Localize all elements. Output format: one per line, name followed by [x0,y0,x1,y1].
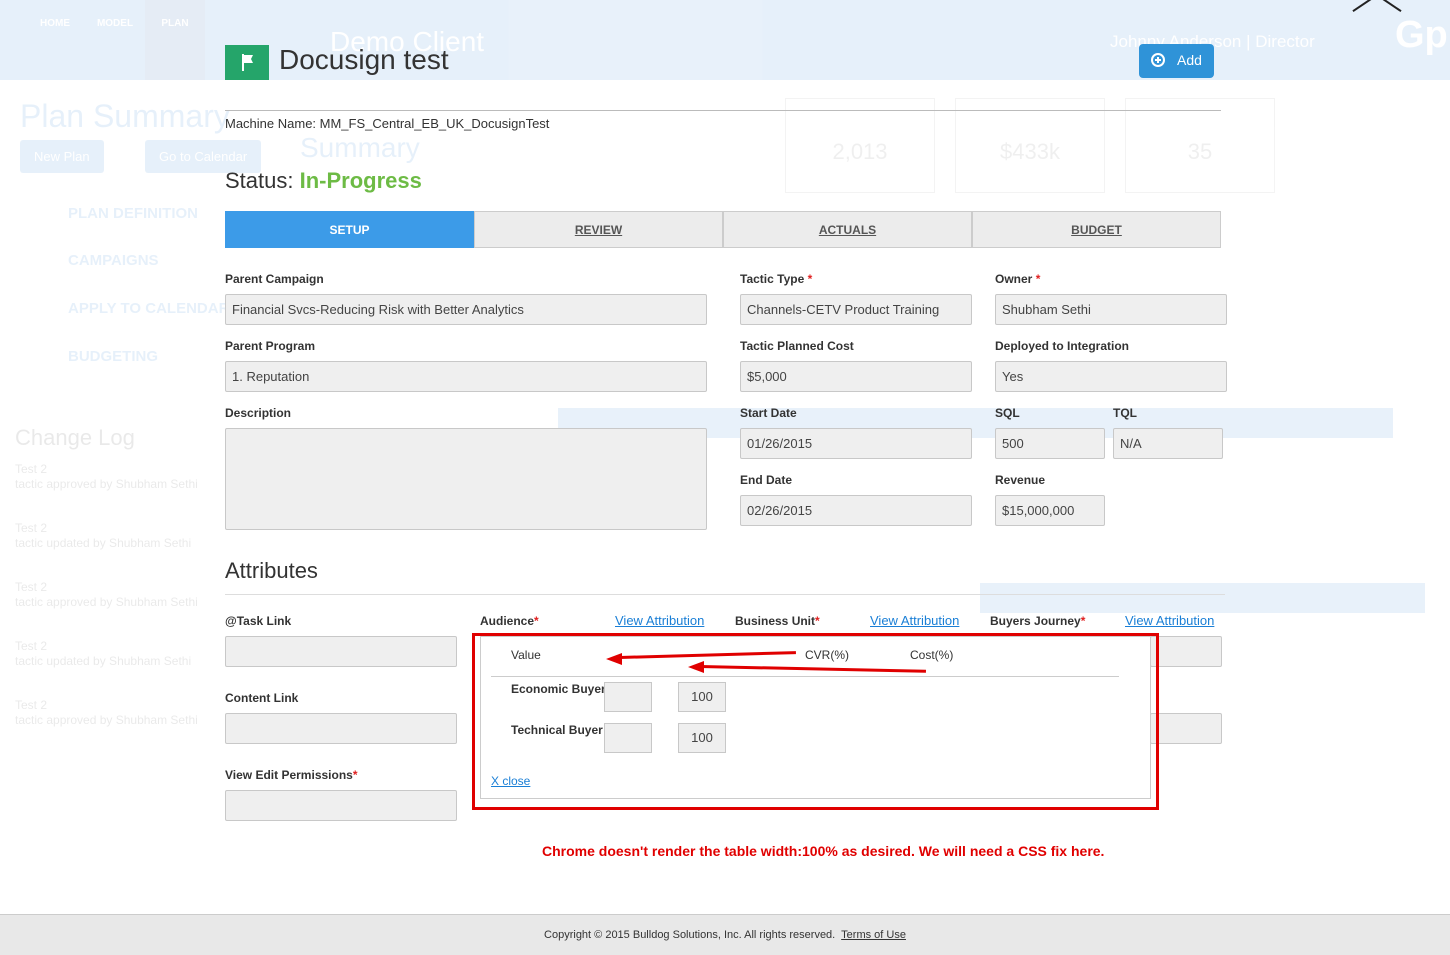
bg-logo: Gp [1395,14,1448,56]
tab-setup[interactable]: SETUP [225,211,474,248]
buyers-journey-view-attribution-link[interactable]: View Attribution [1125,613,1214,628]
bg-kpi-tql: 2,013 [785,98,935,193]
task-link-field[interactable] [225,636,457,667]
parent-campaign-label: Parent Campaign [225,272,324,286]
bg-log-item: Test 2 tactic approved by Shubham Sethi [15,462,198,491]
end-date-field[interactable]: 02/26/2015 [740,495,972,526]
bg-kpi-tactics: 35 [1125,98,1275,193]
bg-calendar-bar [980,583,1425,613]
status-line: Status: In-Progress [225,168,422,194]
close-icon[interactable] [1348,0,1406,14]
annotation-note: Chrome doesn't render the table width:10… [542,843,1105,859]
bg-kpi-cost: $433k [955,98,1105,193]
bg-plan-summary: Plan Summary [20,98,230,134]
bg-nav-model: MODEL [96,18,134,29]
start-date-field[interactable]: 01/26/2015 [740,428,972,459]
terms-of-use-link[interactable]: Terms of Use [841,929,906,941]
owner-field[interactable]: Shubham Sethi [995,294,1227,325]
tactic-planned-cost-field[interactable]: $5,000 [740,361,972,392]
status-label: Status: [225,168,300,193]
bg-log-item: Test 2 tactic updated by Shubham Sethi [15,639,192,668]
bg-change-log-heading: Change Log [15,425,135,450]
revenue-field[interactable]: $15,000,000 [995,495,1105,526]
description-label: Description [225,406,292,420]
content-link-label: Content Link [225,691,299,705]
bg-log-item: Test 2 tactic updated by Shubham Sethi [15,521,192,550]
status-value: In-Progress [299,168,422,193]
divider [225,110,1221,111]
tactic-type-label: Tactic Type * [740,272,813,286]
audience-label: Audience* [480,614,539,628]
view-edit-permissions-field[interactable] [225,790,457,821]
content-link-field[interactable] [225,713,457,744]
flag-icon [225,45,269,80]
sql-label: SQL [995,406,1020,420]
footer: Copyright © 2015 Bulldog Solutions, Inc.… [0,914,1450,955]
parent-campaign-field[interactable]: Financial Svcs-Reducing Risk with Better… [225,294,707,325]
parent-program-field[interactable]: 1. Reputation [225,361,707,392]
deployed-label: Deployed to Integration [995,339,1130,353]
deployed-field[interactable]: Yes [995,361,1227,392]
tab-review[interactable]: REVIEW [474,211,723,248]
description-textarea[interactable] [225,428,707,530]
machine-name: Machine Name: MM_FS_Central_EB_UK_Docusi… [225,116,550,131]
task-link-label: @Task Link [225,614,292,628]
business-unit-view-attribution-link[interactable]: View Attribution [870,613,959,628]
tactic-planned-cost-label: Tactic Planned Cost [740,339,854,353]
bg-log-item: Test 2 tactic approved by Shubham Sethi [15,698,198,727]
buyers-journey-field-2[interactable] [1150,713,1222,744]
add-button[interactable]: Add [1139,44,1214,78]
bg-nav-home: HOME [40,18,70,29]
copyright-text: Copyright © 2015 Bulldog Solutions, Inc.… [544,929,836,941]
tab-bar: SETUP REVIEW ACTUALS BUDGET [225,211,1221,248]
tactic-type-field[interactable]: Channels-CETV Product Training [740,294,972,325]
bg-side-campaigns: CAMPAIGNS [68,252,159,269]
owner-label: Owner * [995,272,1041,286]
bg-nav-plan: PLAN [161,18,189,29]
attributes-heading: Attributes [225,558,318,583]
end-date-label: End Date [740,473,793,487]
plus-circle-icon [1151,53,1165,67]
sql-field[interactable]: 500 [995,428,1105,459]
annotation-box [472,633,1159,810]
bg-new-plan-button: New Plan [20,140,104,173]
divider [225,594,1225,595]
view-edit-permissions-label: View Edit Permissions* [225,768,358,782]
bg-summary-heading: Summary [300,132,420,163]
background-app: HOME MODEL PLAN Demo Client Johnny Ander… [0,0,1450,955]
modal-title: Docusign test [279,44,449,75]
tql-field[interactable]: N/A [1113,428,1223,459]
audience-view-attribution-link[interactable]: View Attribution [615,613,704,628]
tab-actuals[interactable]: ACTUALS [723,211,972,248]
revenue-label: Revenue [995,473,1046,487]
start-date-label: Start Date [740,406,797,420]
buyers-journey-field[interactable] [1150,636,1222,667]
bg-top-navbar: HOME MODEL PLAN Demo Client Johnny Ander… [0,0,1450,80]
buyers-journey-label: Buyers Journey* [990,614,1086,628]
parent-program-label: Parent Program [225,339,316,353]
bg-log-item: Test 2 tactic approved by Shubham Sethi [15,580,198,609]
add-button-label: Add [1177,52,1202,68]
tab-budget[interactable]: BUDGET [972,211,1221,248]
tql-label: TQL [1113,406,1137,420]
business-unit-label: Business Unit* [735,614,820,628]
